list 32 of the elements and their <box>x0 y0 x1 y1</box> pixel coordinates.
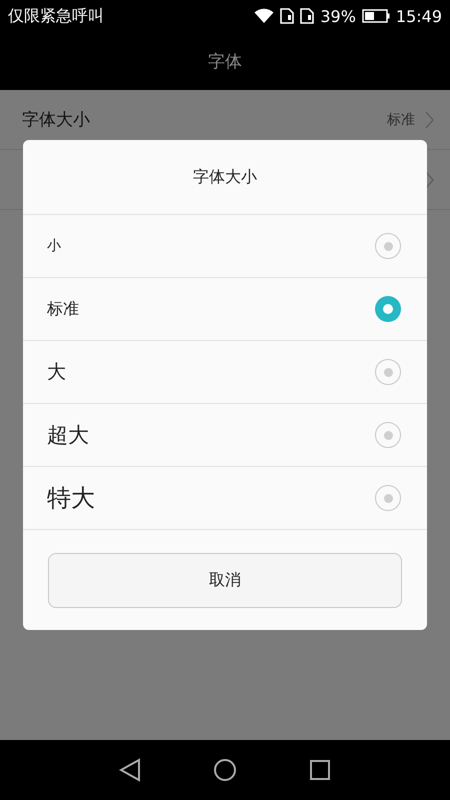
sim-card-icon <box>300 8 314 24</box>
carrier-text: 仅限紧急呼叫 <box>8 6 104 26</box>
radio-button[interactable] <box>375 359 401 385</box>
clock-text: 15:49 <box>396 6 442 26</box>
battery-percent: 39% <box>320 6 356 26</box>
cancel-button[interactable]: 取消 <box>48 553 402 608</box>
font-size-option[interactable]: 大 <box>23 341 427 404</box>
option-label: 特大 <box>47 483 96 514</box>
recent-apps-icon[interactable] <box>309 759 331 781</box>
font-size-option[interactable]: 特大 <box>23 467 427 530</box>
row-value: 标准 <box>387 110 415 128</box>
option-label: 标准 <box>47 298 80 320</box>
option-label: 超大 <box>47 422 90 449</box>
font-size-option[interactable]: 标准 <box>23 278 427 341</box>
back-icon[interactable] <box>119 758 141 782</box>
row-label: 字体大小 <box>22 109 91 131</box>
font-size-option[interactable]: 小 <box>23 215 427 278</box>
font-size-option[interactable]: 超大 <box>23 404 427 467</box>
chevron-right-icon <box>425 110 434 128</box>
sim-card-icon <box>280 8 294 24</box>
option-label: 大 <box>47 360 67 385</box>
radio-button[interactable] <box>375 233 401 259</box>
chevron-right-icon <box>425 170 434 188</box>
home-icon[interactable] <box>213 758 237 782</box>
option-label: 小 <box>47 237 62 255</box>
radio-button[interactable] <box>375 296 401 322</box>
header-title: 字体 <box>208 50 242 72</box>
radio-button[interactable] <box>375 422 401 448</box>
battery-icon <box>362 9 390 23</box>
dialog-title: 字体大小 <box>23 140 427 215</box>
radio-button[interactable] <box>375 485 401 511</box>
wifi-icon <box>254 8 274 24</box>
